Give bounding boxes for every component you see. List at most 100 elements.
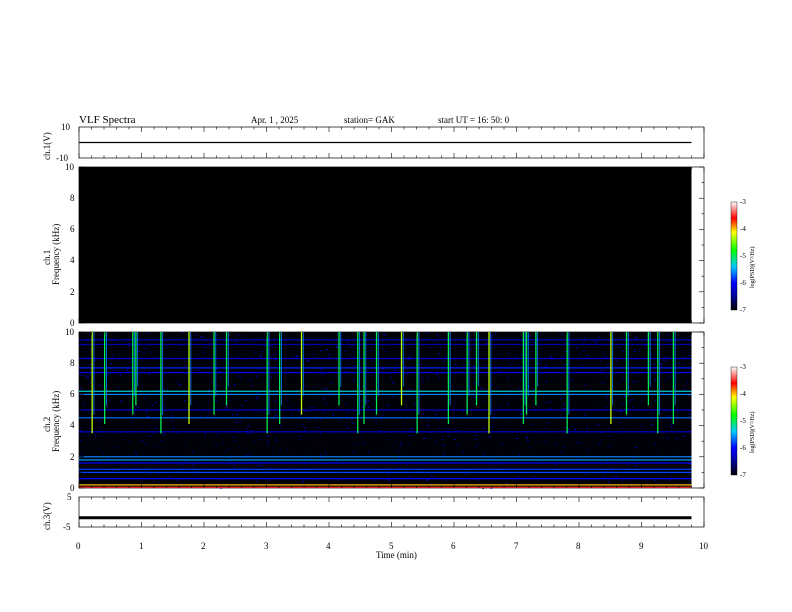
noise-pixel — [398, 466, 401, 468]
noise-pixel — [380, 432, 382, 434]
noise-pixel — [149, 425, 151, 427]
noise-pixel — [469, 398, 472, 400]
burst-streak — [566, 332, 568, 434]
noise-pixel — [560, 450, 562, 452]
noise-pixel — [155, 402, 157, 404]
ytick-label: 2 — [70, 287, 75, 297]
noise-pixel — [234, 440, 237, 442]
noise-pixel — [461, 392, 464, 394]
noise-pixel — [628, 480, 630, 482]
colorbar-tick: -3 — [740, 363, 746, 371]
noise-pixel — [533, 475, 535, 477]
noise-pixel — [375, 420, 377, 422]
noise-pixel — [143, 368, 146, 370]
noise-pixel — [79, 388, 82, 390]
noise-pixel — [135, 465, 137, 467]
noise-pixel — [79, 429, 82, 431]
noise-pixel — [563, 403, 565, 405]
burst-streak — [402, 332, 404, 387]
noise-pixel — [232, 414, 234, 416]
noise-pixel — [486, 342, 488, 344]
noise-pixel — [656, 482, 659, 484]
noise-pixel — [257, 427, 260, 429]
noise-pixel — [395, 450, 397, 452]
ytick-label: 6 — [70, 389, 75, 399]
xtick-label: 1 — [139, 541, 144, 551]
noise-pixel — [638, 349, 640, 351]
noise-pixel — [304, 345, 307, 347]
noise-pixel — [653, 363, 655, 365]
noise-pixel — [178, 463, 181, 465]
noise-pixel — [613, 476, 616, 478]
burst-streak — [365, 332, 367, 406]
noise-pixel — [306, 359, 309, 361]
noise-pixel — [333, 376, 335, 378]
noise-pixel — [276, 440, 279, 442]
noise-pixel — [463, 364, 465, 366]
noise-pixel — [272, 353, 275, 355]
noise-pixel — [545, 440, 547, 442]
noise-pixel — [534, 408, 537, 410]
burst-streak — [357, 332, 359, 434]
noise-pixel — [178, 350, 180, 352]
noise-pixel — [474, 434, 477, 436]
noise-pixel — [335, 460, 338, 462]
noise-pixel — [236, 481, 239, 483]
noise-pixel — [221, 442, 223, 444]
noise-pixel — [138, 350, 140, 352]
noise-pixel — [583, 389, 585, 391]
noise-pixel — [586, 427, 588, 429]
xtick-label: 0 — [76, 541, 81, 551]
noise-pixel — [597, 424, 600, 426]
noise-pixel — [192, 451, 194, 453]
noise-pixel — [675, 467, 677, 469]
noise-pixel — [144, 443, 146, 445]
noise-pixel — [342, 400, 345, 402]
ytick-label: 5 — [67, 492, 72, 502]
noise-pixel — [394, 440, 397, 442]
noise-pixel — [87, 458, 89, 460]
noise-pixel — [540, 440, 542, 442]
noise-pixel — [489, 436, 491, 438]
noise-pixel — [304, 429, 306, 431]
noise-pixel — [327, 354, 330, 356]
noise-pixel — [646, 346, 648, 348]
colorbar-tick: -6 — [740, 279, 746, 287]
noise-pixel — [177, 381, 180, 383]
noise-pixel — [606, 407, 608, 409]
noise-pixel — [303, 438, 306, 440]
noise-pixel — [80, 421, 83, 423]
noise-pixel — [320, 368, 323, 370]
noise-pixel — [531, 350, 534, 352]
noise-pixel — [157, 481, 160, 483]
noise-pixel — [166, 388, 169, 390]
noise-pixel — [533, 342, 536, 344]
noise-pixel — [518, 387, 521, 389]
noise-pixel — [217, 363, 220, 365]
noise-pixel — [272, 453, 275, 455]
noise-pixel — [400, 442, 403, 444]
noise-pixel — [455, 364, 457, 366]
ch3-wave-ylabel: ch.3(V) — [42, 502, 52, 530]
noise-pixel — [623, 402, 626, 404]
noise-pixel — [116, 446, 119, 448]
noise-pixel — [117, 387, 119, 389]
noise-pixel — [590, 388, 593, 390]
noise-pixel — [438, 353, 440, 355]
noise-pixel — [555, 352, 557, 354]
noise-pixel — [645, 335, 648, 337]
noise-pixel — [598, 443, 601, 445]
noise-pixel — [565, 342, 567, 344]
noise-pixel — [238, 410, 241, 412]
noise-pixel — [665, 356, 667, 358]
noise-pixel — [374, 397, 376, 399]
burst-streak — [268, 332, 270, 415]
noise-pixel — [593, 475, 595, 477]
ytick-label: -5 — [63, 522, 71, 532]
noise-pixel — [206, 415, 209, 417]
burst-streak — [477, 332, 479, 387]
burst-streak — [625, 332, 628, 415]
noise-pixel — [579, 427, 581, 429]
noise-pixel — [483, 427, 485, 429]
noise-pixel — [151, 405, 153, 407]
